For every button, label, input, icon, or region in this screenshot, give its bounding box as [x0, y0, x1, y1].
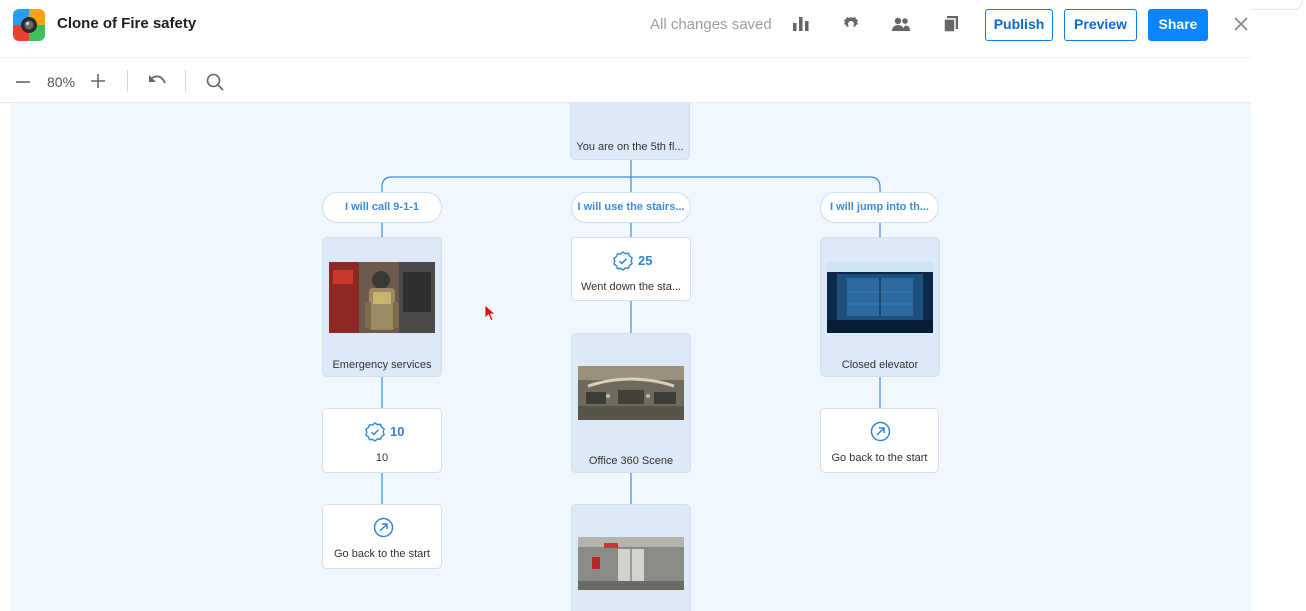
scene-thumbnail-firefighter — [329, 262, 435, 333]
score-check-icon — [613, 251, 633, 271]
header: Clone of Fire safety All changes saved P… — [0, 0, 1251, 52]
search-icon[interactable] — [205, 72, 225, 97]
scene-node-corridor[interactable] — [571, 504, 691, 611]
zoom-out-icon[interactable] — [14, 73, 32, 96]
close-icon[interactable] — [1229, 12, 1253, 36]
go-back-arrow-icon — [870, 421, 891, 442]
scene-node-closed-elevator[interactable]: Closed elevator — [820, 237, 940, 377]
scene-node-office-360[interactable]: Office 360 Scene — [571, 333, 691, 473]
score-check-icon — [365, 422, 385, 442]
score-node-25[interactable]: 25 Went down the sta... — [571, 237, 691, 301]
canvas-toolbar: 80% — [0, 57, 1251, 103]
node-label: 10 — [375, 452, 389, 464]
score-value: 10 — [390, 424, 405, 439]
choice-use-stairs[interactable]: I will use the stairs... — [571, 192, 691, 223]
zoom-in-icon[interactable] — [89, 72, 107, 95]
story-canvas[interactable]: You are on the 5th fl... I will call 9-1… — [10, 103, 1251, 611]
node-label: Go back to the start — [831, 452, 928, 464]
end-node-go-back[interactable]: Go back to the start — [820, 408, 939, 473]
end-node-go-back[interactable]: Go back to the start — [322, 504, 442, 569]
toolbar-divider — [127, 70, 128, 92]
scene-node-emergency-services[interactable]: Emergency services — [322, 237, 442, 377]
score-node-10[interactable]: 10 10 — [322, 408, 442, 473]
stats-icon[interactable] — [789, 12, 813, 36]
score-badge: 25 — [572, 250, 690, 272]
save-status: All changes saved — [650, 16, 772, 33]
choice-jump-elevator[interactable]: I will jump into th... — [820, 192, 939, 223]
toolbar-divider — [185, 70, 186, 92]
choice-call-911[interactable]: I will call 9-1-1 — [322, 192, 442, 223]
mouse-cursor-icon — [484, 304, 496, 322]
duplicate-icon[interactable] — [939, 12, 963, 36]
score-value: 25 — [638, 253, 653, 268]
node-label: Go back to the start — [334, 548, 430, 560]
collaborators-icon[interactable] — [889, 12, 913, 36]
app-logo — [13, 9, 45, 41]
editor-app: Clone of Fire safety All changes saved P… — [0, 0, 1306, 611]
root-scene-node[interactable]: You are on the 5th fl... — [570, 103, 690, 160]
share-button[interactable]: Share — [1148, 9, 1208, 41]
zoom-level: 80% — [47, 74, 76, 90]
preview-button[interactable]: Preview — [1064, 9, 1137, 41]
score-badge: 10 — [323, 421, 441, 443]
node-label: Closed elevator — [841, 359, 919, 371]
go-back-arrow-icon — [373, 517, 394, 538]
settings-icon[interactable] — [839, 12, 863, 36]
node-label: Went down the sta... — [580, 281, 682, 293]
scene-thumbnail-office — [578, 366, 684, 420]
node-label: You are on the 5th fl... — [576, 141, 684, 153]
project-title[interactable]: Clone of Fire safety — [57, 15, 196, 32]
scene-thumbnail-elevator — [827, 262, 933, 333]
scene-thumbnail-corridor — [578, 537, 684, 590]
undo-icon[interactable] — [146, 72, 168, 95]
publish-button[interactable]: Publish — [985, 9, 1053, 41]
node-label: Emergency services — [332, 359, 432, 371]
node-label: Office 360 Scene — [588, 455, 674, 467]
